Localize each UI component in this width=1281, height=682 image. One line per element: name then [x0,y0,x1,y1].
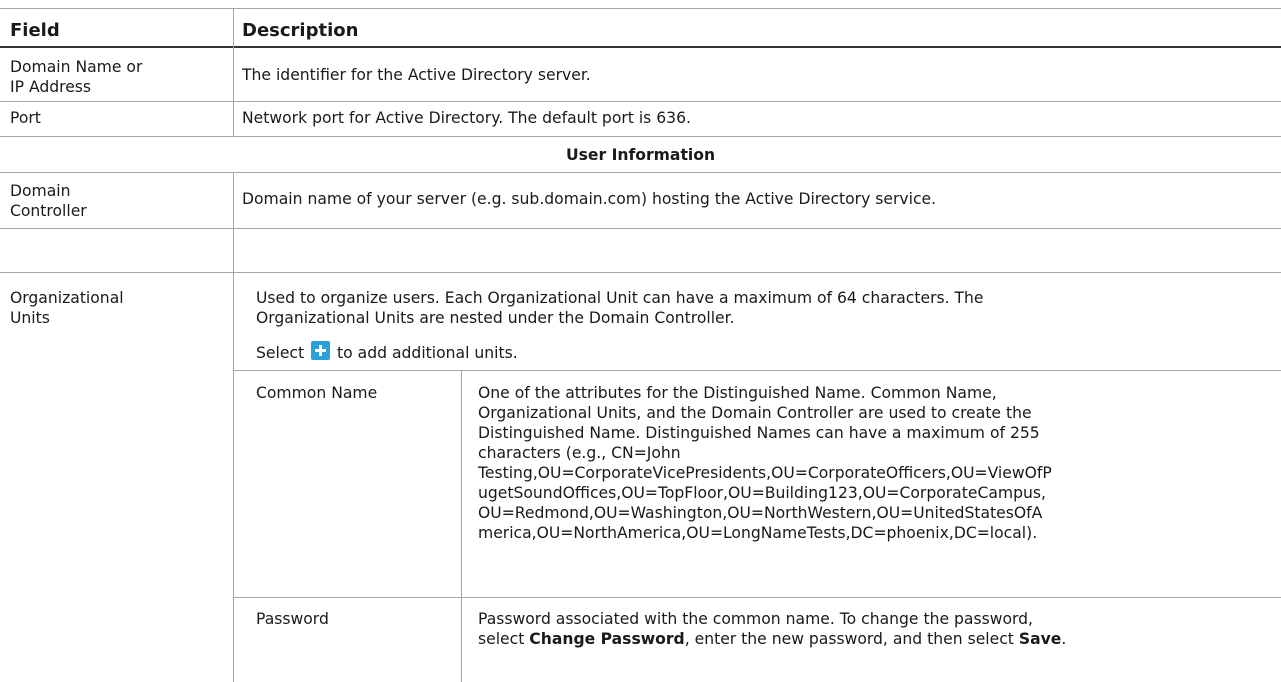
description-common-name-line: characters (e.g., CN=John [478,444,681,462]
column-divider [233,8,234,101]
description-common-name-line: Organizational Units, and the Domain Con… [478,404,1032,422]
description-common-name-line: One of the attributes for the Distinguis… [478,384,997,402]
description-common-name-line: merica,OU=NorthAmerica,OU=LongNameTests,… [478,524,1038,542]
description-org-units-line1: Used to organize users. Each Organizatio… [256,289,984,307]
description-common-name-line: ugetSoundOffices,OU=TopFloor,OU=Building… [478,484,1046,502]
column-header-description: Description [242,20,359,41]
select-instruction: Select to add additional units. [256,341,518,363]
field-domain-name-line2: IP Address [10,78,92,96]
description-port: Network port for Active Directory. The d… [242,109,691,127]
nested-table-top-border [233,370,1281,371]
add-plus-icon [311,341,331,360]
header-bottom-border [0,46,1281,48]
column-divider [233,101,234,136]
password-text: . [1061,630,1067,648]
field-org-units-line2: Units [10,309,50,327]
description-org-units-line2: Organizational Units are nested under th… [256,309,735,327]
field-domain-name-line1: Domain Name or [10,58,143,76]
row-border [0,272,1281,273]
save-label: Save [1018,630,1062,648]
nested-column-divider [461,370,462,682]
row-border [0,136,1281,137]
description-common-name-line: OU=Redmond,OU=Washington,OU=NorthWestern… [478,504,1043,522]
row-border [0,172,1281,173]
description-common-name-line: Distinguished Name. Distinguished Names … [478,424,1040,442]
description-password-line1: Password associated with the common name… [478,610,1034,628]
column-divider [233,172,234,682]
select-suffix: to add additional units. [337,344,518,362]
table-top-border [0,8,1281,9]
section-title-user-information: User Information [565,146,716,164]
password-text: , enter the new password, and then selec… [684,630,1019,648]
nested-row-border [233,597,1281,598]
password-text: select [478,630,530,648]
description-common-name-line: Testing,OU=CorporateVicePresidents,OU=Co… [478,464,1052,482]
field-common-name: Common Name [256,384,378,402]
select-prefix: Select [256,344,305,362]
row-border [0,228,1281,229]
change-password-label: Change Password [529,630,685,648]
description-password-line2: select Change Password, enter the new pa… [478,629,1066,649]
description-domain-name: The identifier for the Active Directory … [242,66,591,84]
field-port: Port [10,109,41,127]
field-domain-controller-line1: Domain [10,182,71,200]
field-domain-controller-line2: Controller [10,202,87,220]
field-org-units-line1: Organizational [10,289,124,307]
description-domain-controller: Domain name of your server (e.g. sub.dom… [242,190,937,208]
column-header-field: Field [10,20,60,41]
row-border [0,101,1281,102]
field-password: Password [256,610,329,628]
